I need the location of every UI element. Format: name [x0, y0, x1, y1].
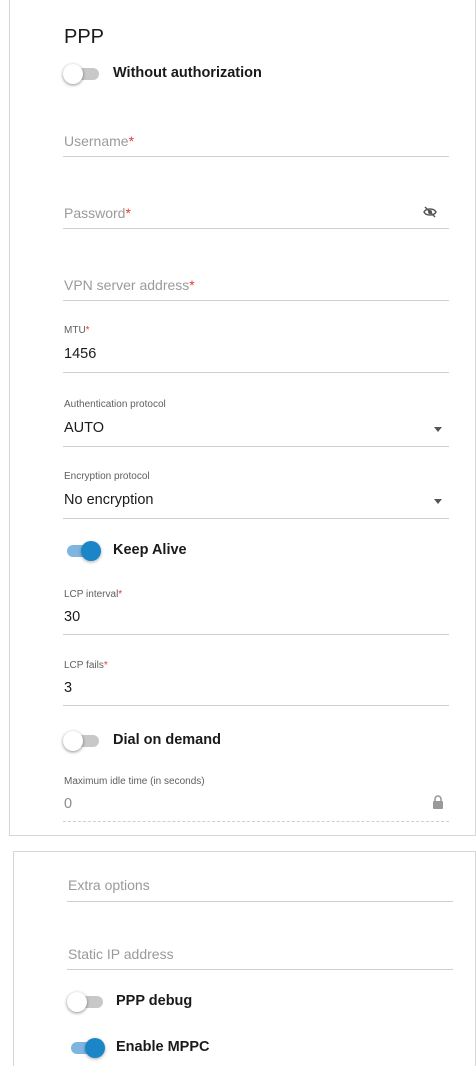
- mtu-input[interactable]: 1456: [63, 340, 449, 373]
- encryption-protocol-label: Encryption protocol: [64, 471, 150, 482]
- mtu-label: MTU*: [64, 325, 90, 336]
- dial-on-demand-toggle[interactable]: [63, 731, 101, 751]
- lcp-interval-label: LCP interval*: [64, 589, 123, 600]
- auth-protocol-value: AUTO: [64, 420, 105, 436]
- lcp-fails-label: LCP fails*: [64, 660, 108, 671]
- without-authorization-toggle[interactable]: [63, 64, 101, 84]
- eye-off-icon[interactable]: [423, 206, 437, 218]
- mtu-value: 1456: [64, 346, 97, 362]
- password-placeholder: Password*: [64, 205, 131, 221]
- extra-options-placeholder: Extra options: [68, 877, 150, 893]
- auth-protocol-select[interactable]: AUTO: [63, 414, 449, 447]
- vpn-server-placeholder: VPN server address*: [64, 277, 195, 293]
- max-idle-time-label: Maximum idle time (in seconds): [64, 776, 205, 787]
- encryption-protocol-select[interactable]: No encryption: [63, 486, 449, 519]
- lcp-interval-input[interactable]: 30: [63, 604, 449, 635]
- toggle-knob: [67, 992, 87, 1012]
- ppp-debug-label: PPP debug: [116, 993, 193, 1009]
- toggle-knob: [63, 64, 83, 84]
- toggle-knob: [85, 1038, 105, 1058]
- enable-mppc-toggle[interactable]: [67, 1038, 105, 1058]
- extra-options-field[interactable]: Extra options: [67, 873, 453, 902]
- keep-alive-label: Keep Alive: [113, 542, 187, 558]
- static-ip-placeholder: Static IP address: [68, 946, 174, 962]
- section-title: PPP: [64, 26, 105, 48]
- static-ip-field[interactable]: Static IP address: [67, 941, 453, 970]
- lcp-fails-input[interactable]: 3: [63, 675, 449, 706]
- auth-protocol-label: Authentication protocol: [64, 399, 166, 410]
- vpn-server-address-field[interactable]: VPN server address*: [63, 272, 449, 301]
- chevron-down-icon: [434, 427, 442, 432]
- encryption-protocol-value: No encryption: [64, 492, 154, 508]
- max-idle-time-input: 0: [63, 791, 449, 822]
- enable-mppc-label: Enable MPPC: [116, 1039, 210, 1055]
- lcp-fails-value: 3: [64, 680, 73, 696]
- lcp-interval-value: 30: [64, 609, 81, 625]
- without-authorization-label: Without authorization: [113, 65, 262, 81]
- password-field[interactable]: Password*: [63, 200, 449, 229]
- ppp-debug-toggle[interactable]: [67, 992, 105, 1012]
- chevron-down-icon: [434, 499, 442, 504]
- dial-on-demand-label: Dial on demand: [113, 732, 221, 748]
- toggle-knob: [63, 731, 83, 751]
- max-idle-time-value: 0: [64, 796, 73, 812]
- keep-alive-toggle[interactable]: [63, 541, 101, 561]
- toggle-knob: [81, 541, 101, 561]
- username-placeholder: Username*: [64, 133, 135, 149]
- lock-icon: [433, 795, 443, 809]
- username-field[interactable]: Username*: [63, 128, 449, 157]
